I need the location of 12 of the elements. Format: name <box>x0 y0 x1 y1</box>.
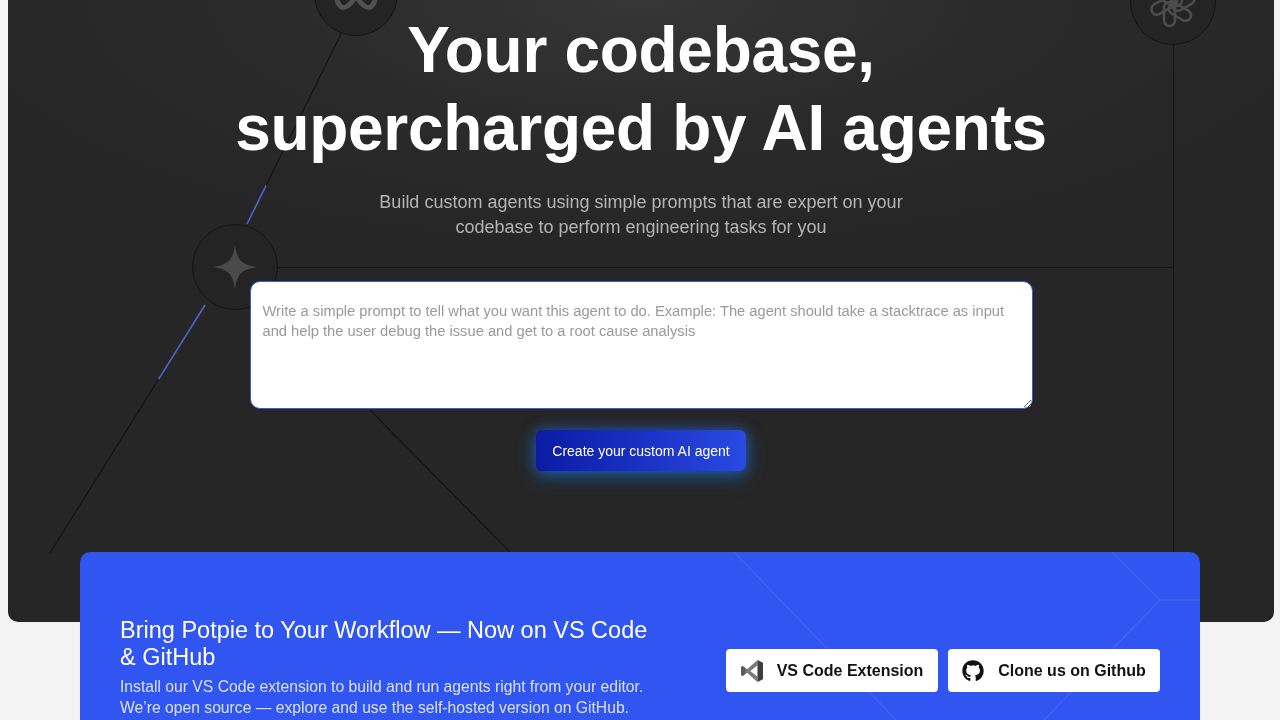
hero-heading: Your codebase, <box>407 13 875 88</box>
vscode-icon <box>740 659 763 682</box>
banner-title: Bring Potpie to Your Workflow — Now on VS Code & GitHub <box>120 617 648 671</box>
prompt-field[interactable]: Write a simple prompt to tell what you want this agent to do. Example: The agent should take a stacktrace as input and help the user debug the issue and get to a root cause analysis <box>249 281 1033 409</box>
infinity-icon <box>314 0 398 36</box>
hero-subtitle: Build custom agents using simple prompts that are expert on your codebase to perform engineering tasks for you <box>379 191 903 239</box>
github-icon <box>962 659 985 682</box>
github-button[interactable]: Clone us on Github <box>948 649 1160 692</box>
hero-heading: supercharged by AI agents <box>235 91 1047 166</box>
extension-button[interactable]: VS Code Extension <box>726 649 938 692</box>
banner-description: Install our VS Code extension to build and run agents right from your editor. We’re open source — explore and use the self-hosted version on GitHub. <box>120 677 645 718</box>
create-agent-button[interactable]: Create your custom AI agent <box>536 430 746 471</box>
